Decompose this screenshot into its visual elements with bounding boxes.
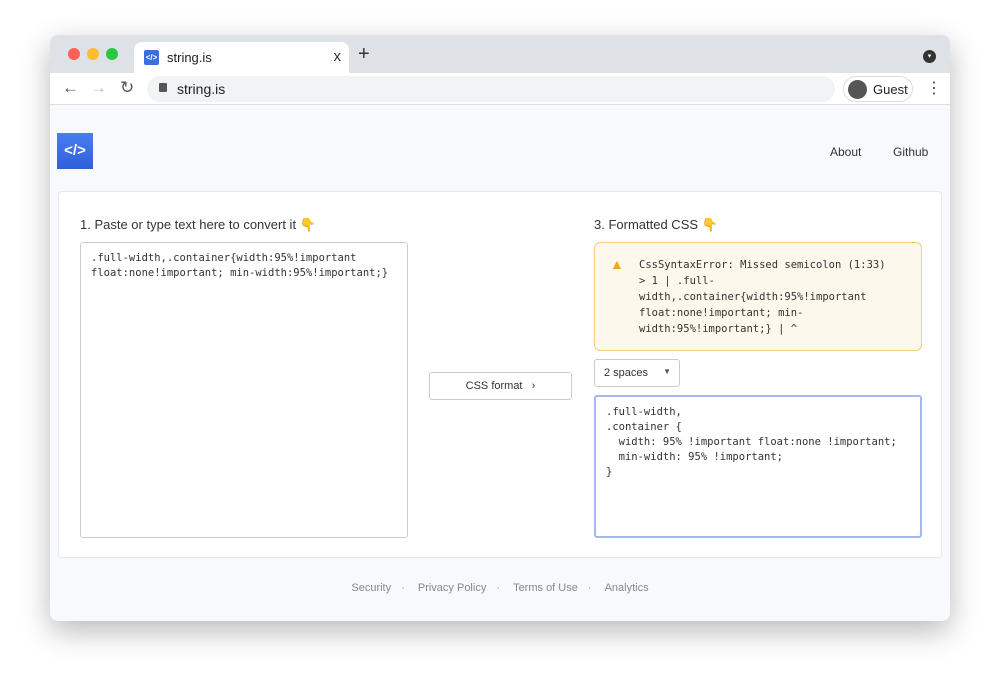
privacy-policy-link[interactable]: Privacy Policy	[418, 582, 486, 594]
footer: Security · Privacy Policy · Terms of Use · …	[50, 582, 950, 594]
avatar-icon	[848, 80, 867, 99]
separator: ·	[401, 582, 405, 594]
tab-search-icon[interactable]: ▾	[923, 50, 936, 63]
input-label: 1. Paste or type text here to convert it…	[80, 217, 316, 232]
back-icon[interactable]: ←	[62, 78, 79, 98]
github-link[interactable]: Github	[893, 145, 928, 159]
close-window-button[interactable]	[68, 48, 80, 60]
about-link[interactable]: About	[830, 145, 861, 159]
chevron-right-icon: ›	[531, 380, 536, 392]
favicon-icon: </>	[144, 50, 159, 65]
maximize-window-button[interactable]	[106, 48, 118, 60]
indent-select[interactable]: 2 spaces ▼	[594, 359, 680, 387]
new-tab-button[interactable]: +	[358, 43, 370, 66]
reload-icon[interactable]: ↻	[120, 78, 134, 98]
separator: ·	[496, 582, 500, 594]
address-bar[interactable]: string.is	[147, 76, 835, 102]
input-textarea[interactable]: .full-width,.container{width:95%!importa…	[80, 242, 408, 538]
site-logo[interactable]: </>	[57, 133, 93, 169]
browser-tab[interactable]: </> string.is x	[134, 42, 349, 73]
error-alert: ▲ CssSyntaxError: Missed semicolon (1:33…	[594, 242, 922, 351]
tab-bar: </> string.is x + ▾	[50, 35, 950, 73]
output-label: 3. Formatted CSS 👇	[594, 217, 718, 232]
more-menu-icon[interactable]: ⋮	[926, 78, 942, 98]
indent-value: 2 spaces	[604, 367, 649, 379]
terms-of-use-link[interactable]: Terms of Use	[513, 582, 578, 594]
security-link[interactable]: Security	[351, 582, 391, 594]
tab-title: string.is	[167, 50, 212, 65]
error-message: CssSyntaxError: Missed semicolon (1:33) …	[639, 259, 886, 335]
url-text: string.is	[177, 81, 226, 97]
caret-down-icon: ▼	[663, 367, 671, 376]
css-format-label: CSS format	[465, 380, 523, 392]
css-format-button[interactable]: CSS format ›	[429, 372, 572, 400]
browser-window: </> string.is x + ▾ ← → ↻ string.is Gues…	[50, 35, 950, 621]
analytics-link[interactable]: Analytics	[605, 582, 649, 594]
profile-button[interactable]: Guest	[843, 76, 913, 102]
profile-label: Guest	[873, 82, 908, 97]
output-textarea[interactable]: .full-width, .container { width: 95% !im…	[594, 395, 922, 538]
separator: ·	[587, 582, 592, 594]
tab-close-icon[interactable]: x	[334, 48, 342, 65]
warning-icon: ▲	[610, 256, 624, 272]
minimize-window-button[interactable]	[87, 48, 99, 60]
lock-icon	[159, 83, 167, 92]
forward-icon[interactable]: →	[90, 78, 107, 98]
browser-toolbar: ← → ↻ string.is Guest ⋮	[50, 73, 950, 105]
converter-card: 1. Paste or type text here to convert it…	[58, 191, 942, 558]
